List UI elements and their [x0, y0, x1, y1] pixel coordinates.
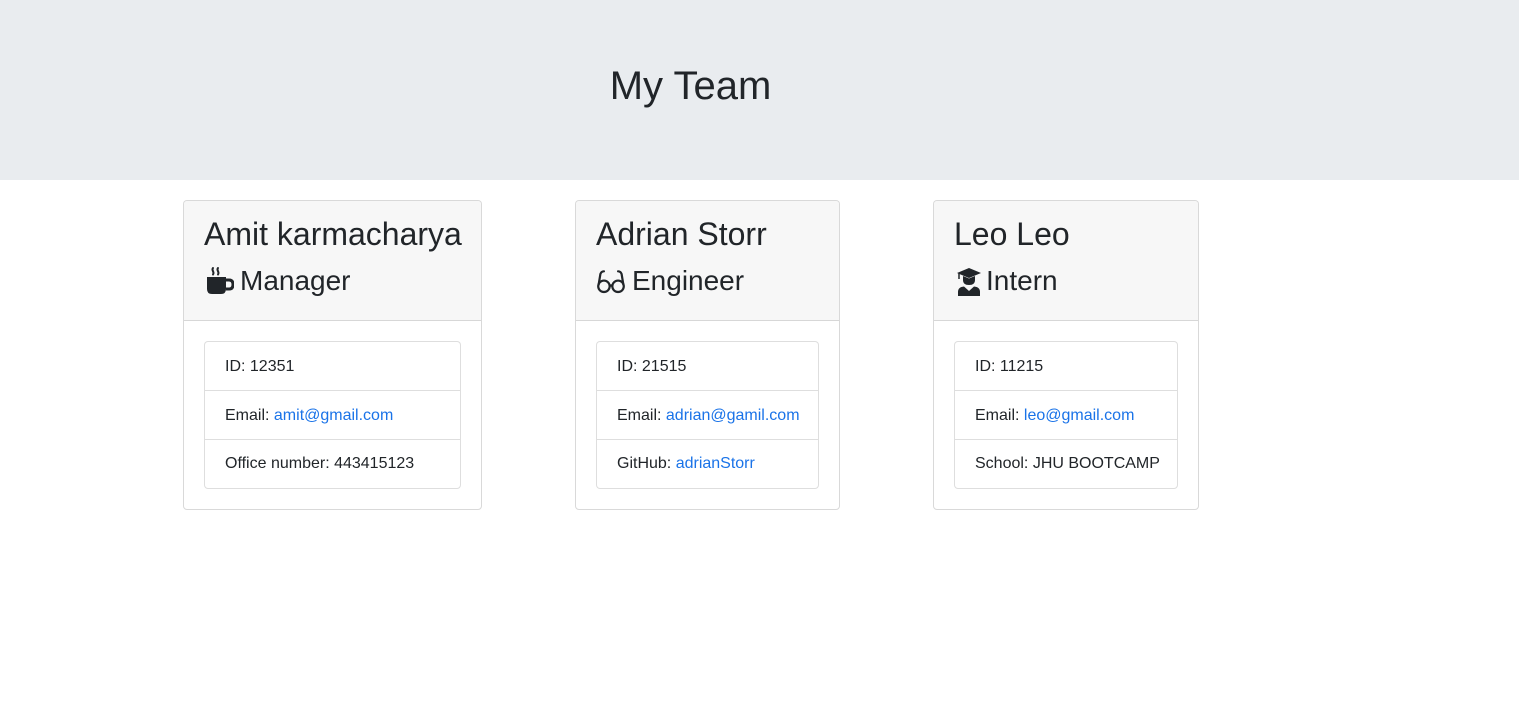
email-label: Email: [617, 407, 666, 424]
school-row: School: JHU BOOTCAMP [975, 455, 1160, 472]
employee-card-intern: Leo Leo Intern ID: 11215 Email: leo@gmai… [933, 200, 1199, 510]
employee-card-manager: Amit karmacharya Manager ID: 12351 Email… [183, 200, 482, 510]
employee-email-row: Email: leo@gmail.com [955, 391, 1177, 440]
email-link[interactable]: amit@gmail.com [274, 407, 393, 424]
email-link[interactable]: leo@gmail.com [1024, 407, 1135, 424]
employee-details-list: ID: 12351 Email: amit@gmail.com Office n… [204, 341, 461, 489]
employee-name: Adrian Storr [596, 216, 767, 252]
employee-details-list: ID: 11215 Email: leo@gmail.com School: J… [954, 341, 1178, 489]
employee-name: Leo Leo [954, 216, 1070, 252]
employee-id: ID: 11215 [955, 342, 1177, 391]
email-label: Email: [225, 407, 274, 424]
email-link[interactable]: adrian@gamil.com [666, 407, 800, 424]
role-label: Manager [240, 265, 351, 296]
role-label: Intern [986, 265, 1058, 296]
employee-role: Engineer [596, 263, 744, 299]
employee-name: Amit karmacharya [204, 216, 462, 252]
card-header: Adrian Storr Engineer [576, 201, 839, 321]
github-link[interactable]: adrianStorr [676, 455, 755, 472]
employee-email-row: Email: adrian@gamil.com [597, 391, 818, 440]
page-title: My Team [609, 64, 772, 108]
employee-id: ID: 12351 [205, 342, 460, 391]
employee-email-row: Email: amit@gmail.com [205, 391, 460, 440]
github-label: GitHub: [617, 455, 676, 472]
email-label: Email: [975, 407, 1024, 424]
employee-role: Manager [204, 263, 351, 299]
card-header: Leo Leo Intern [934, 201, 1198, 321]
glasses-icon [596, 266, 626, 296]
employee-id: ID: 21515 [597, 342, 818, 391]
github-row: GitHub: adrianStorr [597, 440, 818, 488]
mug-icon [204, 266, 234, 296]
employee-details-list: ID: 21515 Email: adrian@gamil.com GitHub… [596, 341, 819, 489]
office-number: Office number: 443415123 [225, 455, 415, 472]
role-label: Engineer [632, 265, 745, 296]
card-header: Amit karmacharya Manager [184, 201, 481, 321]
employee-card-engineer: Adrian Storr Engineer ID: 21515 Email: a… [575, 200, 840, 510]
header-jumbotron: My Team [0, 0, 1519, 180]
employee-role: Intern [954, 263, 1058, 299]
graduate-icon [954, 266, 981, 296]
